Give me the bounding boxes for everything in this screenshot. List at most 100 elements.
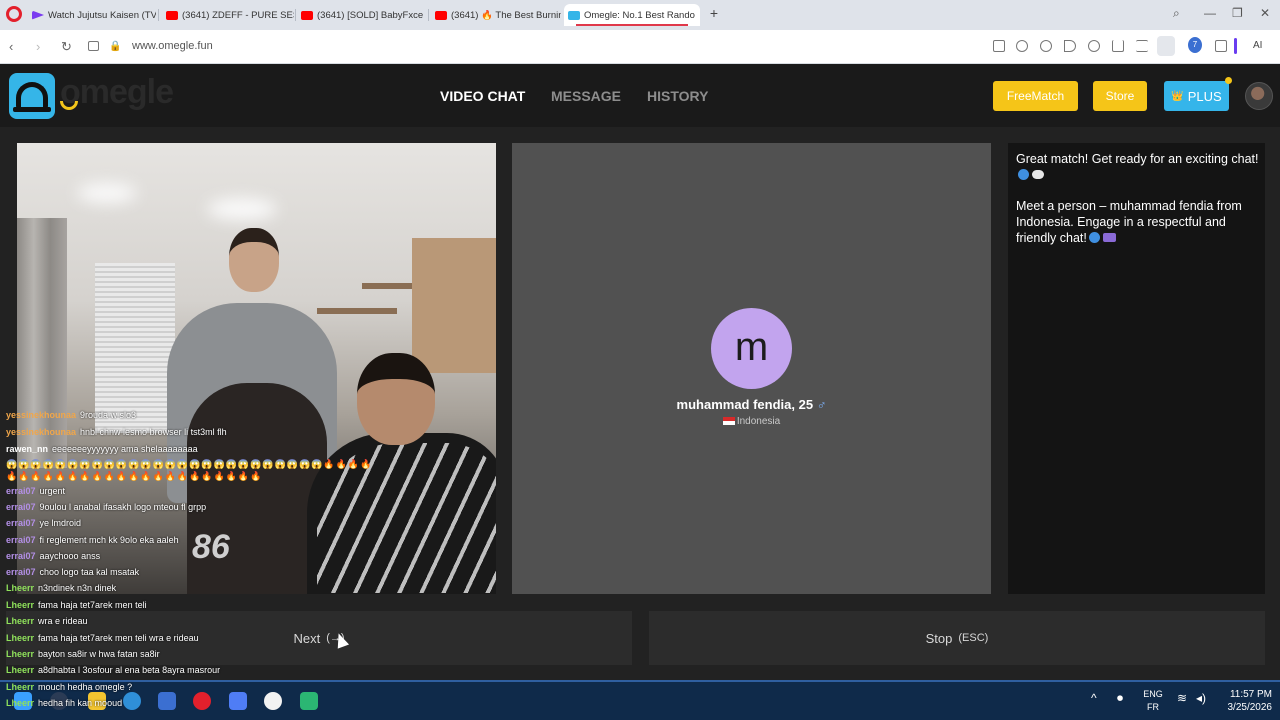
logo-wordmark[interactable]: omegle <box>60 73 174 112</box>
ceiling-light <box>207 198 277 220</box>
store-app-icon[interactable] <box>158 692 176 710</box>
tab-omegle-active[interactable]: Omegle: No.1 Best Rando <box>564 4 700 26</box>
tab-separator <box>158 9 159 21</box>
gender-icon: ♂ <box>816 397 827 412</box>
reload-icon[interactable]: ↻ <box>61 39 72 55</box>
chat-message: rawen_nn eeeeeeeyyyyyyy ama shelaaaaaaaa <box>6 444 198 454</box>
person-seated-head <box>357 353 435 445</box>
omegle-favicon-icon <box>568 10 580 20</box>
chat-message: yessinekhounaa 9rouda w slo3 <box>6 410 137 420</box>
sidebar-indicator <box>1234 38 1237 54</box>
app-icon[interactable] <box>300 692 318 710</box>
chat-message: Lheerr fama haja tet7arek men teli wra e … <box>6 633 199 643</box>
youtube-icon <box>166 10 178 20</box>
edge-browser-icon[interactable] <box>123 692 141 710</box>
window-blind <box>95 263 175 433</box>
youtube-icon <box>301 10 313 20</box>
chat-message: Lheerr n3ndinek n3n dinek <box>6 583 117 593</box>
tab-loading-bar <box>576 24 688 26</box>
tab-youtube-zdeff[interactable]: (3641) ZDEFF - PURE SESS <box>162 4 294 26</box>
microphone-icon[interactable]: ⏺ <box>1117 691 1123 706</box>
menu-icon[interactable] <box>1136 40 1148 52</box>
chat-message: errai07 urgent <box>6 486 66 496</box>
restore-icon[interactable]: ❐ <box>1232 6 1243 20</box>
app-icon[interactable] <box>229 692 247 710</box>
avatar[interactable] <box>1245 82 1273 110</box>
forward-icon[interactable]: › <box>36 39 40 55</box>
minimize-icon[interactable]: — <box>1204 6 1216 20</box>
edit-icon[interactable] <box>993 40 1005 52</box>
freematch-button[interactable]: FreeMatch <box>993 81 1078 111</box>
video-camera-icon <box>1102 233 1116 242</box>
chat-message: errai07 choo logo taa kal msatak <box>6 567 140 577</box>
crown-icon: 👑 <box>1171 90 1184 102</box>
play-icon <box>32 10 44 20</box>
chat-message: errai07 fi reglement mch kk 9olo eka aale… <box>6 535 179 545</box>
browser-tab-strip: Watch Jujutsu Kaisen (TV) (3641) ZDEFF -… <box>0 0 1280 30</box>
nav-history[interactable]: HISTORY <box>647 88 708 104</box>
snapshot-icon[interactable] <box>88 41 99 51</box>
opera-logo-icon[interactable] <box>6 6 22 22</box>
chat-message: errai07 9oulou l anabal ifasakh logo mteo… <box>6 502 207 512</box>
plus-label: PLUS <box>1187 88 1222 104</box>
back-icon[interactable]: ‹ <box>9 39 13 55</box>
clock[interactable]: 11:57 PM 3/25/2026 <box>1220 688 1273 714</box>
chat-message: errai07 ye lmdroid <box>6 518 82 528</box>
tab-separator <box>295 9 296 21</box>
language-indicator[interactable]: ENG FR <box>1142 688 1164 714</box>
plus-button[interactable]: 👑 PLUS <box>1164 81 1229 111</box>
taskbar <box>0 682 1280 720</box>
store-button[interactable]: Store <box>1093 81 1147 111</box>
stop-button[interactable]: Stop (ESC) <box>649 611 1265 665</box>
search-tabs-icon[interactable]: ⌕ <box>1173 6 1180 20</box>
indonesia-flag-icon <box>722 417 735 425</box>
download-icon[interactable] <box>1112 40 1124 52</box>
tab-youtube-babyfxce[interactable]: (3641) [SOLD] BabyFxce E <box>297 4 425 26</box>
camera-icon[interactable] <box>1016 40 1028 52</box>
speech-bubble-icon <box>1032 170 1044 179</box>
remote-country: Indonesia <box>512 416 991 427</box>
heart-icon[interactable] <box>1088 40 1100 52</box>
cube-icon[interactable] <box>1215 40 1227 52</box>
remote-user-name: muhammad fendia, 25 ♂ <box>676 397 827 412</box>
volume-icon[interactable]: ◂) <box>1196 691 1206 705</box>
url-input[interactable]: www.omegle.fun <box>132 40 213 52</box>
local-video-feed: 86 <box>17 143 496 594</box>
tab-separator <box>428 9 429 21</box>
remote-avatar: m <box>711 308 792 389</box>
wall-cabinet <box>412 238 496 373</box>
person-standing-head <box>229 228 279 292</box>
omegle-logo-icon[interactable] <box>9 73 55 119</box>
notification-dot <box>1225 77 1232 84</box>
shield-icon[interactable] <box>1040 40 1052 52</box>
new-tab-plus-icon[interactable]: + <box>706 5 722 21</box>
clock-app-icon[interactable] <box>264 692 282 710</box>
tab-jujutsu[interactable]: Watch Jujutsu Kaisen (TV) <box>28 4 156 26</box>
site-header: omegle VIDEO CHAT MESSAGE HISTORY FreeMa… <box>0 65 1280 127</box>
chat-message: Lheerr fama haja tet7arek men teli <box>6 600 147 610</box>
globe-icon <box>1018 169 1029 180</box>
tab-youtube-burning[interactable]: (3641) 🔥 The Best Burnin <box>431 4 561 26</box>
system-message: Great match! Get ready for an exciting c… <box>1016 151 1261 183</box>
lock-icon: 🔒 <box>109 41 122 52</box>
play-icon[interactable] <box>1064 40 1076 52</box>
chat-message: Lheerr mouch hedha omegle ? <box>6 682 133 692</box>
globe-icon <box>1088 232 1100 243</box>
profile-icon[interactable] <box>1157 36 1175 56</box>
ceiling-light <box>77 183 137 203</box>
close-window-icon[interactable]: ✕ <box>1260 6 1270 20</box>
opera-taskbar-icon[interactable] <box>193 692 211 710</box>
address-bar: ‹ › ↻ 🔒 www.omegle.fun 7 AI <box>0 30 1280 64</box>
wifi-icon[interactable]: ≋ <box>1177 691 1187 705</box>
chat-message: Lheerr hedha fih kan mooud <box>6 698 123 708</box>
extension-badge[interactable]: 7 <box>1188 37 1202 53</box>
wall-shelf <box>317 308 397 314</box>
chat-message: Lheerr a8dhabta l 3osfour al ena beta 8ay… <box>6 665 221 675</box>
chat-message: yessinekhounaa hnbl chnw lesmo browser li… <box>6 427 227 437</box>
chevron-up-icon[interactable]: ^ <box>1091 691 1097 705</box>
aria-ai-button[interactable]: AI <box>1253 40 1262 51</box>
nav-message[interactable]: MESSAGE <box>551 88 621 104</box>
nav-video-chat[interactable]: VIDEO CHAT <box>440 88 525 104</box>
chat-message: Lheerr bayton sa8ir w hwa fatan sa8ir <box>6 649 160 659</box>
system-message: Meet a person – muhammad fendia from Ind… <box>1016 199 1242 245</box>
